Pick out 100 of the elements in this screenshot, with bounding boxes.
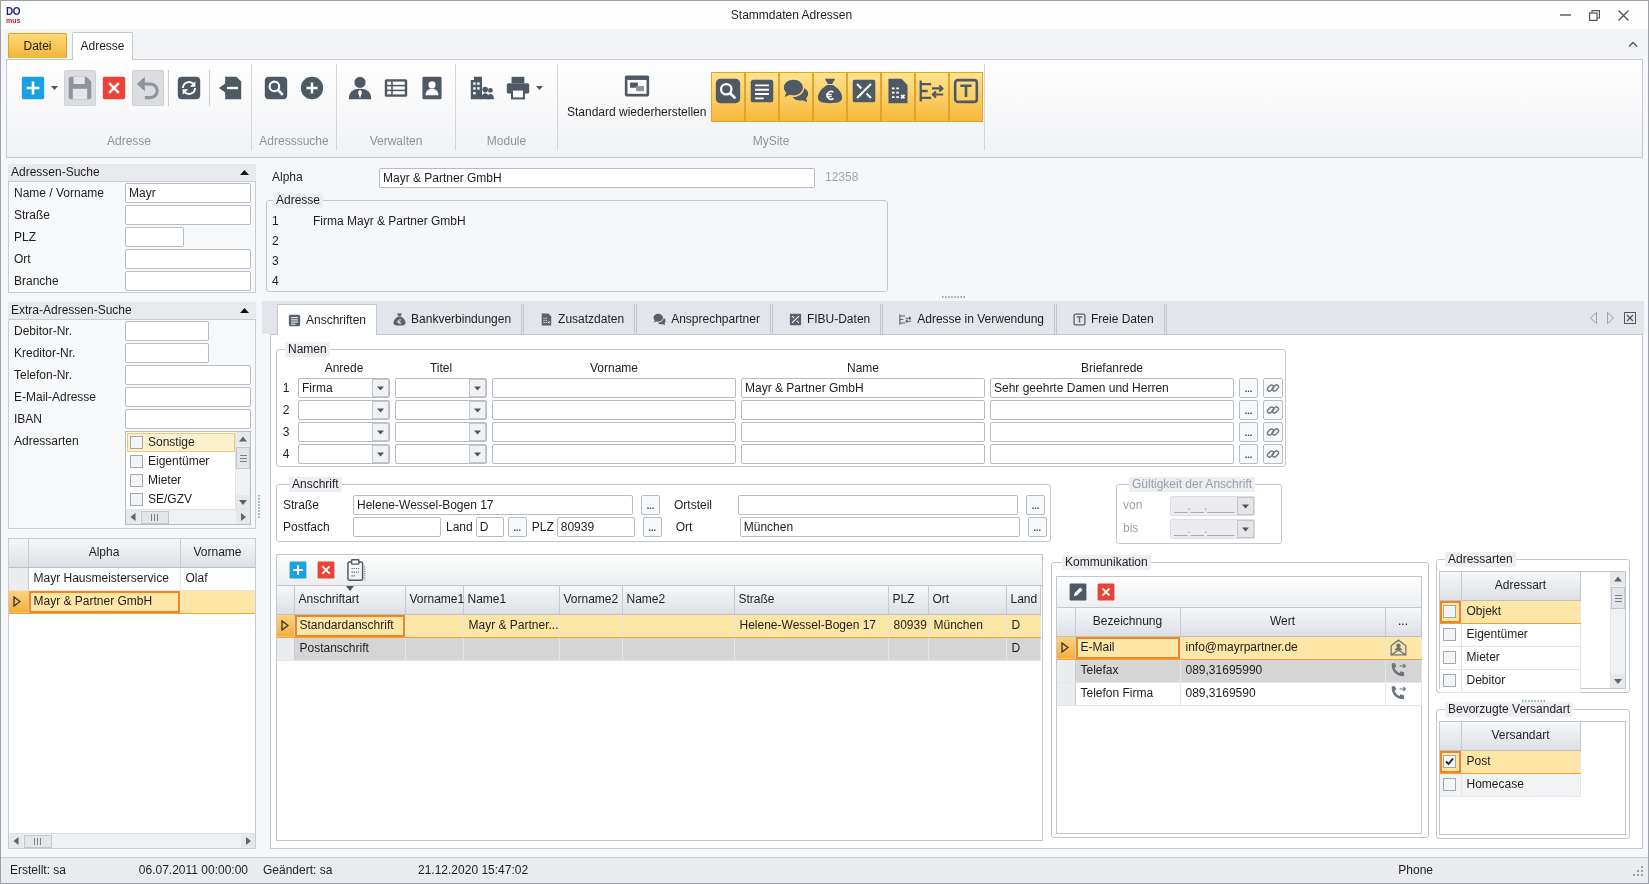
input-field[interactable] [492, 444, 736, 464]
column-header[interactable]: Bezeichnung [1075, 608, 1180, 636]
search-button[interactable] [711, 72, 746, 122]
input-field[interactable] [125, 409, 251, 429]
input-field[interactable] [492, 422, 736, 442]
document-button[interactable] [745, 72, 780, 122]
table-row[interactable]: Telefon Firma 089,3169590 [1057, 682, 1421, 705]
horizontal-scrollbar[interactable] [9, 833, 255, 848]
input-field[interactable] [741, 400, 985, 420]
checkbox[interactable] [1443, 755, 1456, 768]
ribbon-tab[interactable]: Adresse [72, 32, 133, 60]
scroll-thumb[interactable] [141, 510, 169, 524]
scroll-thumb[interactable] [236, 447, 250, 469]
input-field[interactable] [125, 343, 209, 363]
link-button[interactable] [1263, 400, 1283, 420]
input-field[interactable] [990, 400, 1234, 420]
restore-layout-button[interactable]: Standard wiederherstellen [564, 70, 710, 123]
column-header[interactable]: Alpha [28, 539, 180, 567]
ellipsis-button[interactable]: ... [641, 495, 660, 515]
column-header[interactable]: Ort [928, 586, 1006, 614]
column-header[interactable]: Land [1006, 586, 1040, 614]
vertical-scrollbar[interactable] [1610, 572, 1625, 688]
input-field[interactable] [125, 387, 251, 407]
column-header[interactable]: Vorname1 [405, 586, 463, 614]
column-header[interactable]: Straße [734, 586, 888, 614]
vertical-scrollbar[interactable] [235, 432, 250, 509]
checkbox[interactable] [1443, 628, 1456, 641]
scroll-up-icon[interactable] [1611, 572, 1625, 586]
column-header[interactable]: Vorname [180, 539, 255, 567]
scroll-up-icon[interactable] [236, 432, 250, 446]
scroll-thumb[interactable] [24, 834, 52, 848]
ellipsis-button[interactable]: ... [642, 517, 662, 537]
input-field[interactable]: Mayr & Partner GmbH [741, 378, 985, 398]
column-header[interactable]: Wert [1180, 608, 1385, 636]
checkbox[interactable] [130, 455, 143, 468]
input-field[interactable] [125, 205, 251, 225]
checklist[interactable]: Sonstige Eigentümer Mieter SE/GZV [125, 431, 251, 525]
ellipsis-button[interactable]: ... [1026, 495, 1045, 515]
checkbox[interactable] [1443, 605, 1456, 618]
checkbox[interactable] [130, 474, 143, 487]
resize-grip-icon[interactable] [1633, 865, 1643, 876]
restore-window-icon[interactable] [1589, 9, 1600, 21]
input-field[interactable] [741, 444, 985, 464]
input-field[interactable] [741, 422, 985, 442]
input-field[interactable] [125, 271, 251, 291]
table-row[interactable]: Postanschrift D [277, 637, 1040, 660]
plus-icon[interactable] [289, 561, 307, 579]
input-field[interactable] [492, 378, 736, 398]
input-field[interactable] [125, 365, 251, 385]
list-item[interactable]: SE/GZV [127, 490, 235, 509]
scroll-right-icon[interactable] [241, 834, 255, 848]
row-header[interactable] [277, 614, 294, 637]
row-header[interactable] [1057, 636, 1075, 659]
column-header[interactable]: ... [1385, 608, 1421, 636]
input-field[interactable] [738, 495, 1018, 515]
list-item[interactable]: Sonstige [127, 433, 235, 452]
input-field[interactable]: Helene-Wessel-Bogen 17 [353, 495, 633, 515]
column-header[interactable]: Name1 [463, 586, 559, 614]
scroll-right-icon[interactable] [236, 510, 250, 524]
input-field[interactable]: München [739, 517, 1020, 537]
checkbox[interactable] [1443, 674, 1456, 687]
chat-button[interactable] [779, 72, 814, 122]
scroll-down-icon[interactable] [1611, 674, 1625, 688]
input-field[interactable] [125, 227, 184, 247]
checkbox[interactable] [130, 493, 143, 506]
input-field[interactable] [492, 400, 736, 420]
ellipsis-button[interactable]: ... [507, 517, 527, 537]
collapse-ribbon-icon[interactable] [1628, 41, 1638, 47]
input-field[interactable]: Sehr geehrte Damen und Herren [990, 378, 1234, 398]
tab[interactable]: Anschriften [277, 304, 378, 335]
text-frame-button[interactable] [949, 72, 984, 122]
clipboard-icon[interactable] [345, 559, 367, 581]
money-button[interactable] [813, 72, 848, 122]
list-item[interactable]: Mieter [127, 471, 235, 490]
pencil-icon[interactable] [1069, 583, 1087, 601]
ellipsis-button[interactable]: ... [1239, 422, 1258, 442]
sheet-button[interactable] [881, 72, 916, 122]
scroll-right-icon[interactable] [1607, 311, 1614, 324]
checkbox[interactable] [1443, 778, 1456, 791]
input-field[interactable]: 80939 [556, 517, 635, 537]
column-header[interactable]: Anschriftart [294, 586, 405, 614]
delete-icon[interactable] [317, 561, 335, 579]
collapse-icon[interactable] [240, 170, 249, 175]
input-field[interactable] [990, 444, 1234, 464]
ellipsis-button[interactable]: ... [1239, 378, 1258, 398]
link-button[interactable] [1263, 378, 1283, 398]
ellipsis-button[interactable]: ... [1027, 517, 1047, 537]
table-row[interactable]: Mayr Hausmeisterservice Olaf [9, 567, 255, 590]
ellipsis-button[interactable]: ... [1239, 400, 1258, 420]
table-row[interactable]: Standardanschrift Mayr & Partner... Helene-Wessel-Bogen 17 80939 München D [277, 614, 1040, 637]
grip-icon[interactable] [941, 295, 965, 298]
input-field[interactable] [990, 422, 1234, 442]
tools-button[interactable] [847, 72, 882, 122]
table-row[interactable]: Mayr & Partner GmbH [9, 590, 255, 613]
link-button[interactable] [1263, 444, 1283, 464]
list-item[interactable]: Eigentümer [127, 452, 235, 471]
scroll-thumb[interactable] [1611, 587, 1625, 609]
column-header[interactable]: Name2 [622, 586, 734, 614]
file-menu-tab[interactable]: Datei [8, 33, 67, 58]
delete-icon[interactable] [1097, 583, 1115, 601]
